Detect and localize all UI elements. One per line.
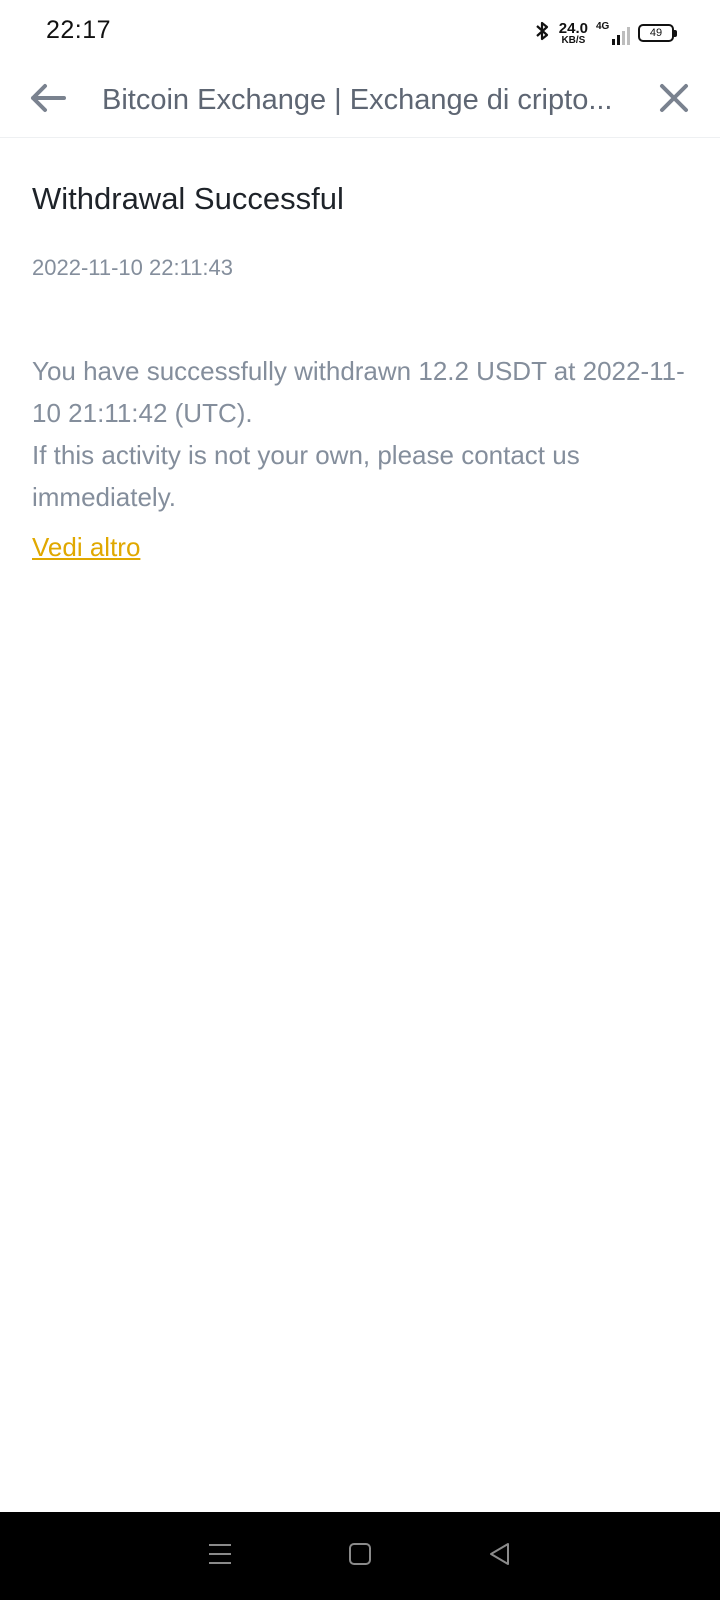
app-bar: Bitcoin Exchange | Exchange di cripto...: [0, 64, 720, 138]
home-icon: [346, 1540, 374, 1573]
battery-level: 49: [649, 27, 663, 39]
signal-icon: 4G: [596, 21, 630, 45]
system-nav-bar: [0, 1512, 720, 1600]
back-arrow-icon: [28, 82, 68, 119]
status-icons: 24.0 KB/S 4G 49: [533, 18, 677, 48]
battery-icon: 49: [638, 24, 677, 42]
back-triangle-icon: [486, 1540, 514, 1573]
back-button[interactable]: [26, 78, 70, 122]
menu-icon: [206, 1540, 234, 1573]
page-title: Bitcoin Exchange | Exchange di cripto...: [102, 84, 613, 116]
notice-body-line2: If this activity is not your own, please…: [32, 440, 580, 512]
notice-body-line1: You have successfully withdrawn 12.2 USD…: [32, 356, 685, 428]
status-bar: 22:17 24.0 KB/S 4G 49: [0, 0, 720, 64]
notice-date: 2022-11-10 22:11:43: [32, 255, 234, 280]
bluetooth-icon: [533, 19, 551, 48]
notice-title: Withdrawal Successful: [32, 181, 344, 216]
net-speed-unit: KB/S: [561, 34, 586, 46]
net-speed: 24.0 KB/S: [559, 21, 588, 46]
home-button[interactable]: [340, 1536, 380, 1576]
close-icon: [658, 82, 690, 119]
recent-apps-button[interactable]: [200, 1536, 240, 1576]
network-type: 4G: [596, 21, 610, 32]
net-speed-value: 24.0: [558, 19, 588, 37]
notice-body: You have successfully withdrawn 12.2 USD…: [32, 350, 688, 518]
status-time: 22:17: [46, 16, 112, 44]
see-more-link[interactable]: Vedi altro: [32, 532, 140, 563]
system-back-button[interactable]: [480, 1536, 520, 1576]
close-button[interactable]: [652, 78, 696, 122]
notice-content: Withdrawal Successful 2022-11-10 22:11:4…: [32, 138, 688, 563]
